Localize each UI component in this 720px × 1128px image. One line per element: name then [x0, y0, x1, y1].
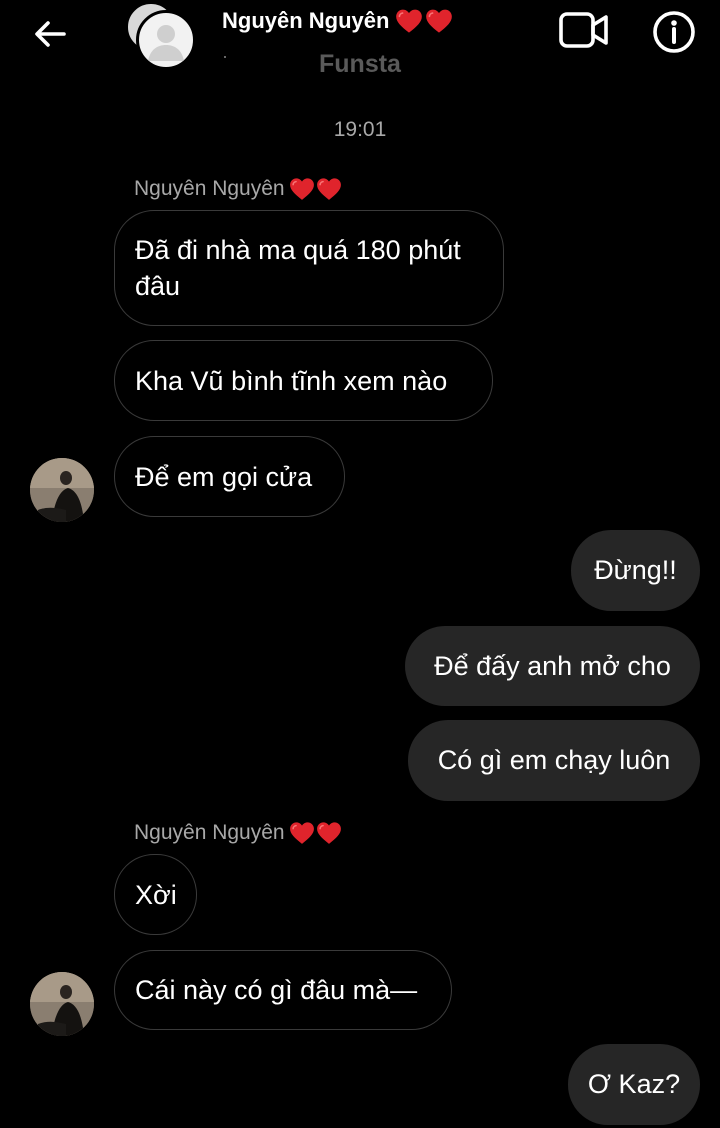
incoming-message-bubble[interactable]: Đã đi nhà ma quá 180 phút đâu — [114, 210, 504, 326]
sender-label: Nguyên Nguyên — [134, 174, 342, 204]
avatar-front — [136, 10, 196, 70]
sender-avatar[interactable] — [30, 458, 94, 522]
incoming-message-bubble[interactable]: Xời — [114, 854, 197, 935]
info-icon — [653, 11, 695, 53]
message-text: Để em gọi cửa — [135, 461, 313, 492]
heart-icon — [289, 177, 315, 201]
contact-avatar[interactable] — [124, 2, 196, 70]
back-button[interactable] — [28, 12, 72, 56]
default-profile-icon — [148, 25, 184, 61]
incoming-message-bubble[interactable]: Kha Vũ bình tĩnh xem nào — [114, 340, 493, 421]
heart-icon — [425, 8, 453, 34]
message-text: Xời — [135, 879, 177, 910]
video-camera-icon — [559, 12, 608, 48]
message-timestamp: 19:01 — [333, 118, 387, 141]
message-text: Có gì em chạy luôn — [437, 745, 671, 775]
sender-label: Nguyên Nguyên — [134, 818, 342, 848]
message-text: Cái này có gì đâu mà— — [135, 975, 418, 1005]
outgoing-message-bubble[interactable]: Ơ Kaz? — [568, 1044, 700, 1125]
profile-photo — [30, 972, 94, 1036]
status-dot — [224, 56, 226, 58]
heart-icon — [316, 821, 342, 845]
message-text: Ơ Kaz? — [587, 1069, 681, 1099]
contact-name: Nguyên Nguyên — [222, 8, 390, 33]
sender-name: Nguyên Nguyên — [134, 821, 285, 844]
contact-name-row[interactable]: Nguyên Nguyên — [222, 6, 453, 36]
incoming-message-bubble[interactable]: Để em gọi cửa — [114, 436, 345, 517]
incoming-message-bubble[interactable]: Cái này có gì đâu mà— — [114, 950, 452, 1030]
outgoing-message-bubble[interactable]: Để đấy anh mở cho — [405, 626, 700, 706]
outgoing-message-bubble[interactable]: Có gì em chạy luôn — [408, 720, 700, 801]
outgoing-message-bubble[interactable]: Đừng!! — [571, 530, 700, 611]
message-text: Kha Vũ bình tĩnh xem nào — [135, 365, 448, 396]
message-text: Đừng!! — [594, 555, 677, 585]
heart-icon — [395, 8, 423, 34]
video-call-button[interactable] — [556, 8, 612, 52]
heart-icon — [289, 821, 315, 845]
arrow-left-icon — [35, 21, 66, 47]
info-button[interactable] — [648, 8, 700, 56]
contact-subtitle: Funsta — [319, 50, 401, 78]
sender-name: Nguyên Nguyên — [134, 177, 285, 200]
message-text: Để đấy anh mở cho — [434, 650, 671, 681]
message-text: Đã đi nhà ma quá 180 phút đâu — [135, 235, 461, 301]
profile-photo — [30, 458, 94, 522]
sender-avatar[interactable] — [30, 972, 94, 1036]
heart-icon — [316, 177, 342, 201]
